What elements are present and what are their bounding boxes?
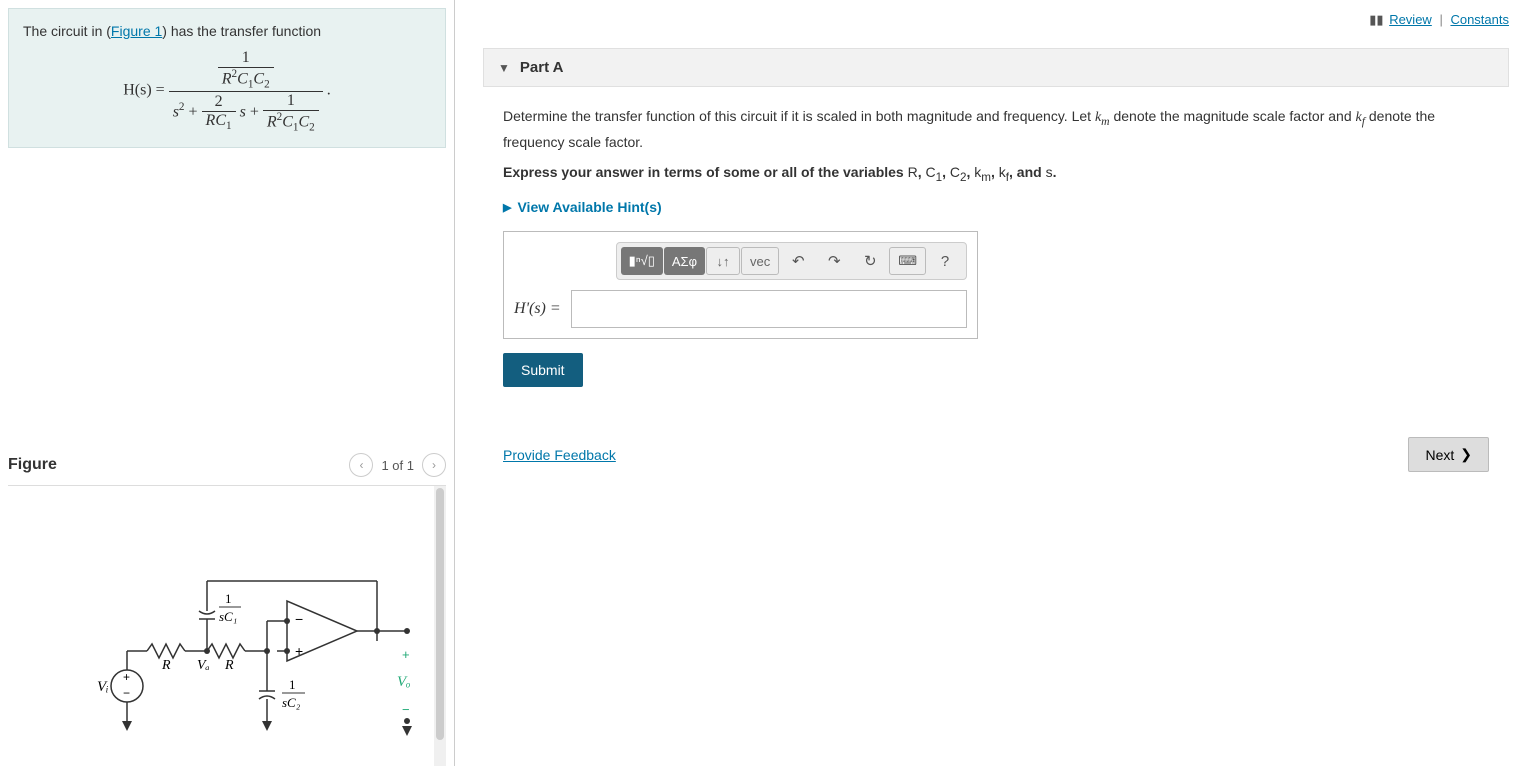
hints-label: View Available Hint(s) — [517, 199, 661, 215]
vi-plus: + — [123, 670, 130, 684]
label-vi: Vᵢ — [97, 679, 109, 695]
keyboard-button[interactable]: ⌨ — [889, 247, 926, 275]
link-separator: | — [1439, 12, 1442, 27]
figure-image: R Vₐ R 1 sC₁ — [8, 486, 446, 766]
vec-button[interactable]: vec — [741, 247, 779, 275]
redo-button[interactable]: ↷ — [817, 247, 851, 275]
label-va: Vₐ — [197, 658, 210, 673]
problem-text: The circuit in (Figure 1) has the transf… — [23, 23, 431, 39]
left-panel: The circuit in (Figure 1) has the transf… — [0, 0, 455, 766]
vo-plus: + — [402, 647, 410, 662]
problem-intro-pre: The circuit in ( — [23, 23, 111, 39]
view-hints-link[interactable]: ▶ View Available Hint(s) — [503, 199, 662, 215]
next-button[interactable]: Next ❯ — [1408, 437, 1489, 472]
provide-feedback-link[interactable]: Provide Feedback — [503, 447, 616, 463]
greek-button[interactable]: ΑΣφ — [664, 247, 705, 275]
vi-minus: − — [123, 686, 130, 700]
problem-intro-post: ) has the transfer function — [162, 23, 321, 39]
figure-header: Figure ‹ 1 of 1 › — [8, 445, 446, 486]
figure-1-link[interactable]: Figure 1 — [111, 23, 162, 39]
right-panel: ▮▮ Review | Constants ▼ Part A Determine… — [455, 0, 1537, 766]
subsup-button[interactable]: ↓↑ — [706, 247, 740, 275]
label-vo: Vₒ — [397, 674, 410, 690]
submit-button[interactable]: Submit — [503, 353, 583, 387]
transfer-function-equation: H(s) = 1 R2C1C2 s2 + 2 RC1 — [23, 49, 431, 133]
figure-scrollbar[interactable] — [434, 486, 446, 766]
circuit-diagram-svg: R Vₐ R 1 sC₁ — [37, 511, 417, 741]
label-r1: R — [161, 658, 171, 673]
help-button[interactable]: ? — [928, 247, 962, 275]
label-r2: R — [224, 658, 234, 673]
reset-button[interactable]: ↻ — [853, 247, 887, 275]
figure-scrollbar-thumb[interactable] — [436, 488, 444, 740]
eq-lhs: H(s) = — [123, 82, 164, 99]
answer-input[interactable] — [571, 290, 967, 328]
templates-button[interactable]: ▮ⁿ√▯ — [621, 247, 663, 275]
answer-box: ▮ⁿ√▯ ΑΣφ ↓↑ vec ↶ ↷ ↻ ⌨ ? H'(s) = — [503, 231, 978, 339]
instruction-bold: Express your answer in terms of some or … — [503, 164, 1489, 184]
figure-prev-button[interactable]: ‹ — [349, 453, 373, 477]
part-a-header[interactable]: ▼ Part A — [483, 48, 1509, 87]
problem-statement: The circuit in (Figure 1) has the transf… — [8, 8, 446, 148]
collapse-arrow-icon: ▼ — [498, 61, 510, 75]
eq-trail: . — [327, 82, 331, 99]
eq-num-top: 1 — [218, 49, 274, 68]
review-link[interactable]: Review — [1389, 12, 1432, 27]
equation-toolbar: ▮ⁿ√▯ ΑΣφ ↓↑ vec ↶ ↷ ↻ ⌨ ? — [616, 242, 967, 280]
figure-title: Figure — [8, 456, 57, 474]
figure-nav: ‹ 1 of 1 › — [349, 453, 446, 477]
constants-link[interactable]: Constants — [1450, 12, 1509, 27]
answer-label: H'(s) = — [514, 300, 561, 318]
hints-arrow-icon: ▶ — [503, 201, 511, 214]
answer-input-row: H'(s) = — [514, 290, 967, 328]
bottom-row: Provide Feedback Next ❯ — [503, 437, 1489, 472]
next-label: Next — [1425, 447, 1454, 463]
eq-den-frac1-num: 2 — [202, 93, 236, 112]
undo-button[interactable]: ↶ — [781, 247, 815, 275]
part-a-body: Determine the transfer function of this … — [483, 105, 1509, 472]
figure-section: Figure ‹ 1 of 1 › R Vₐ — [8, 445, 446, 766]
opamp-plus: + — [295, 643, 303, 659]
figure-count: 1 of 1 — [381, 458, 414, 473]
top-links: ▮▮ Review | Constants — [483, 12, 1509, 28]
part-title: Part A — [520, 59, 564, 76]
figure-next-button[interactable]: › — [422, 453, 446, 477]
chevron-right-icon: ❯ — [1460, 446, 1472, 463]
opamp-minus: − — [295, 611, 303, 627]
instruction-main: Determine the transfer function of this … — [503, 105, 1489, 154]
vo-minus: − — [402, 702, 410, 717]
book-icon: ▮▮ — [1369, 12, 1383, 27]
eq-den-frac2-num: 1 — [263, 92, 319, 111]
